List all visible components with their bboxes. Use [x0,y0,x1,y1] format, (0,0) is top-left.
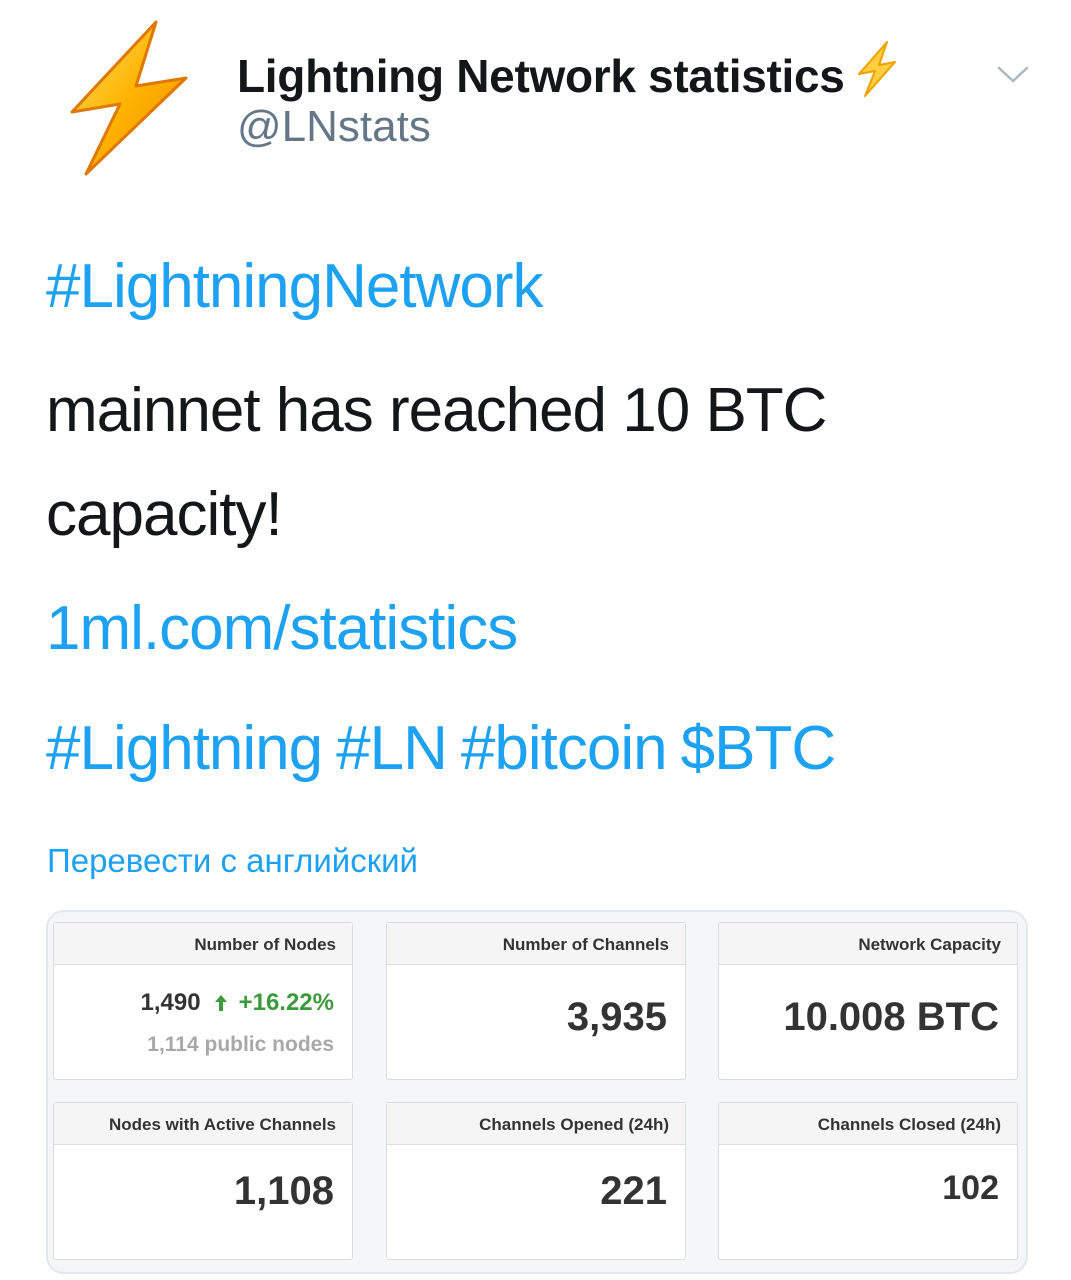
translate-link[interactable]: Перевести с английский [47,842,418,880]
stat-label: Network Capacity [719,923,1017,965]
opened-value: 221 [600,1169,667,1213]
display-name[interactable]: Lightning Network statistics [237,40,899,103]
hashtag-row: #Lightning #LN #bitcoin $BTC [46,718,849,780]
capacity-value: 10.008 BTC [783,995,999,1039]
nodes-value-row: 1,490 +16.22% [141,989,334,1017]
stat-channels-closed: Channels Closed (24h) 102 [718,1102,1018,1260]
stat-label: Nodes with Active Channels [54,1103,352,1145]
cashtag-btc[interactable]: $BTC [681,714,836,783]
lightning-bolt-icon [857,41,896,97]
display-name-text: Lightning Network statistics [237,50,845,102]
nodes-value: 1,490 [140,989,201,1016]
stat-number-of-channels: Number of Channels 3,935 [386,922,686,1080]
tweet-header: Lightning Network statistics @LNstats [0,0,1071,190]
stat-label: Channels Closed (24h) [719,1103,1017,1145]
account-handle[interactable]: @LNstats [237,102,431,152]
stat-label: Channels Opened (24h) [387,1103,685,1145]
channels-value: 3,935 [566,995,667,1039]
hashtag-lightningnetwork[interactable]: #LightningNetwork [46,256,544,318]
hashtag-bitcoin[interactable]: #bitcoin [461,714,668,783]
lightning-bolt-icon[interactable] [64,18,194,178]
tweet-text-line-1: mainnet has reached 10 BTC [46,376,827,445]
statistics-link[interactable]: 1ml.com/statistics [46,598,518,660]
stat-nodes-with-active-channels: Nodes with Active Channels 1,108 [53,1102,353,1260]
stat-channels-opened: Channels Opened (24h) 221 [386,1102,686,1260]
stat-label: Number of Nodes [54,923,352,965]
nodes-change: +16.22% [238,989,334,1016]
stat-network-capacity: Network Capacity 10.008 BTC [718,922,1018,1080]
hashtag-ln[interactable]: #LN [336,714,448,783]
stat-label: Number of Channels [387,923,685,965]
tweet-text-line-2: capacity! [46,480,283,549]
hashtag-lightning[interactable]: #Lightning [46,714,323,783]
attached-image-stats[interactable]: Number of Nodes 1,490 +16.22% 1,114 publi… [46,910,1028,1274]
chevron-down-icon[interactable] [995,62,1031,86]
stat-number-of-nodes: Number of Nodes 1,490 +16.22% 1,114 publi… [53,922,353,1080]
public-nodes-count: 1,114 public nodes [147,1033,334,1056]
up-arrow-icon [214,995,227,1011]
active-nodes-value: 1,108 [233,1169,334,1213]
closed-value: 102 [942,1169,999,1207]
